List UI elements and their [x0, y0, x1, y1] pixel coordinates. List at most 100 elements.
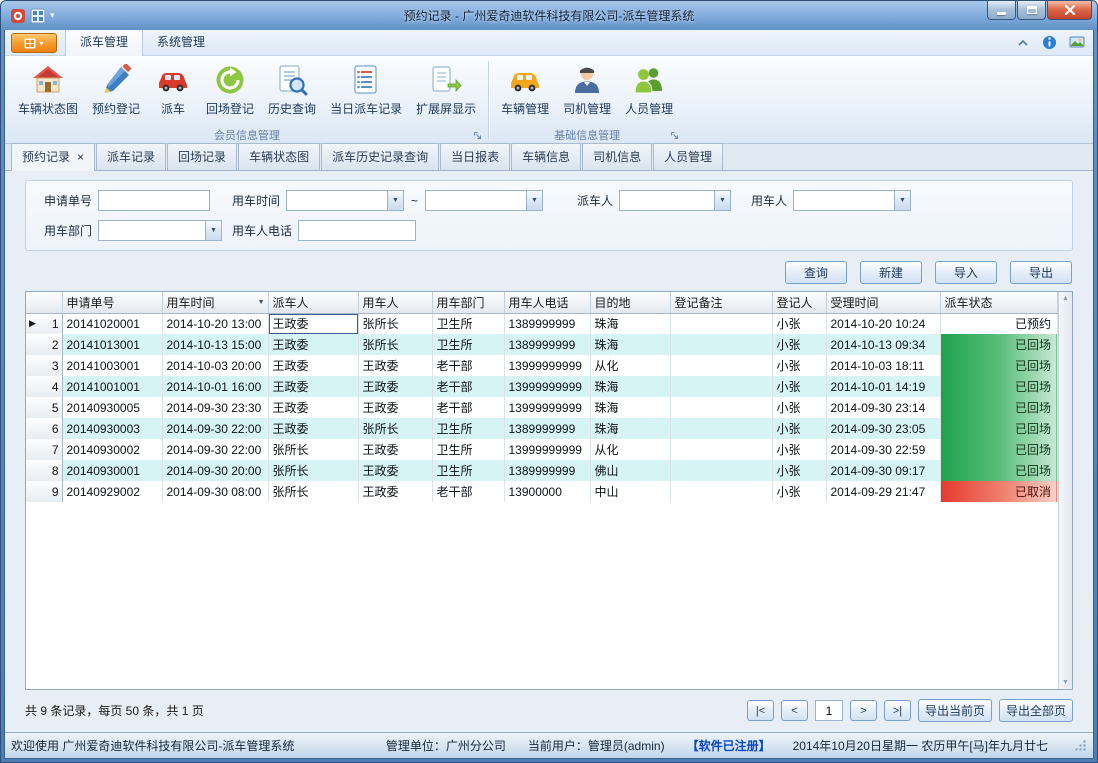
- order-no-input[interactable]: [98, 190, 210, 211]
- app-icon[interactable]: [10, 8, 26, 24]
- phone-input[interactable]: [298, 220, 416, 241]
- prev-page-button[interactable]: <: [781, 700, 808, 721]
- table-row[interactable]: 3201410030012014-10-03 20:00王政委王政委老干部139…: [26, 355, 1058, 376]
- first-page-button[interactable]: |<: [747, 700, 774, 721]
- use-time-from-input[interactable]: [286, 190, 387, 211]
- minimize-button[interactable]: [987, 1, 1016, 20]
- resize-grip-icon[interactable]: [1074, 739, 1087, 752]
- maximize-button[interactable]: [1017, 1, 1046, 20]
- titlebar[interactable]: ▾ 预约记录 - 广州爱奇迪软件科技有限公司-派车管理系统: [4, 1, 1094, 30]
- doc-tab-6[interactable]: 当日报表: [440, 143, 510, 170]
- doc-tab-1[interactable]: 预约记录×: [11, 143, 95, 171]
- chevron-down-icon[interactable]: ▼: [526, 190, 543, 211]
- table-row[interactable]: ▶1201410200012014-10-20 13:00王政委张所长卫生所13…: [26, 313, 1058, 334]
- collapse-ribbon-icon[interactable]: [1016, 37, 1030, 49]
- use-time-from-combo[interactable]: ▼: [286, 190, 404, 211]
- page-number-input[interactable]: [815, 700, 843, 721]
- last-page-button[interactable]: >|: [884, 700, 911, 721]
- info-icon[interactable]: [1042, 35, 1057, 50]
- dialog-launcher-icon[interactable]: [473, 131, 482, 140]
- scroll-down-icon[interactable]: ▼: [1062, 679, 1069, 686]
- doc-tab-8[interactable]: 司机信息: [582, 143, 652, 170]
- dispatch-button[interactable]: 派车: [147, 60, 199, 119]
- dept-input[interactable]: [98, 220, 205, 241]
- row-header[interactable]: 7: [26, 439, 62, 460]
- export-all-pages-button[interactable]: 导出全部页: [999, 699, 1073, 722]
- return-register-button[interactable]: 回场登记: [199, 60, 261, 119]
- table-row[interactable]: 9201409290022014-09-30 08:00张所长王政委老干部139…: [26, 481, 1058, 502]
- driver-management-button[interactable]: 司机管理: [556, 60, 618, 119]
- user-input[interactable]: [793, 190, 894, 211]
- ribbon-tab-2[interactable]: 系统管理: [143, 30, 219, 55]
- dept-combo[interactable]: ▼: [98, 220, 222, 241]
- column-header-phone[interactable]: 用车人电话: [504, 292, 590, 313]
- doc-tab-4[interactable]: 车辆状态图: [238, 143, 320, 170]
- quick-access-grid-icon[interactable]: [30, 8, 46, 24]
- close-button[interactable]: [1047, 1, 1092, 20]
- export-current-page-button[interactable]: 导出当前页: [918, 699, 992, 722]
- column-header-status[interactable]: 派车状态: [940, 292, 1058, 313]
- scroll-up-icon[interactable]: ▲: [1062, 295, 1069, 302]
- chevron-down-icon[interactable]: ▼: [894, 190, 911, 211]
- doc-tab-9[interactable]: 人员管理: [653, 143, 723, 170]
- row-header[interactable]: 6: [26, 418, 62, 439]
- table-row[interactable]: 8201409300012014-09-30 20:00张所长王政委卫生所138…: [26, 460, 1058, 481]
- chevron-down-icon[interactable]: ▼: [387, 190, 404, 211]
- row-header[interactable]: ▶1: [26, 313, 62, 334]
- app-menu-button[interactable]: ▾: [11, 33, 57, 53]
- next-page-button[interactable]: >: [850, 700, 877, 721]
- row-header[interactable]: 8: [26, 460, 62, 481]
- column-filter-icon[interactable]: ▼: [258, 299, 265, 306]
- import-button[interactable]: 导入: [935, 261, 997, 284]
- table-row[interactable]: 7201409300022014-09-30 22:00张所长王政委卫生所139…: [26, 439, 1058, 460]
- dialog-launcher-icon[interactable]: [670, 131, 679, 140]
- row-header[interactable]: 5: [26, 397, 62, 418]
- table-row[interactable]: 5201409300052014-09-30 23:30王政委王政委老干部139…: [26, 397, 1058, 418]
- today-dispatch-record-button[interactable]: 当日派车记录: [323, 60, 409, 119]
- column-header-remark[interactable]: 登记备注: [670, 292, 772, 313]
- dispatcher-combo[interactable]: ▼: [619, 190, 731, 211]
- vertical-scrollbar[interactable]: ▲ ▼: [1058, 292, 1072, 689]
- column-header-time[interactable]: 用车时间▼: [162, 292, 268, 313]
- close-tab-icon[interactable]: ×: [77, 151, 84, 163]
- query-button[interactable]: 查询: [785, 261, 847, 284]
- extend-screen-button[interactable]: 扩展屏显示: [409, 60, 483, 119]
- create-button[interactable]: 新建: [860, 261, 922, 284]
- use-time-to-combo[interactable]: ▼: [425, 190, 543, 211]
- chevron-down-icon[interactable]: ▼: [714, 190, 731, 211]
- personnel-management-button[interactable]: 人员管理: [618, 60, 680, 119]
- doc-tab-2[interactable]: 派车记录: [96, 143, 166, 170]
- doc-tab-7[interactable]: 车辆信息: [511, 143, 581, 170]
- row-header[interactable]: 4: [26, 376, 62, 397]
- table-row[interactable]: 6201409300032014-09-30 22:00王政委张所长卫生所138…: [26, 418, 1058, 439]
- quick-access-caret-icon[interactable]: ▾: [50, 10, 55, 21]
- chevron-down-icon[interactable]: ▼: [205, 220, 222, 241]
- column-header-dispatcher[interactable]: 派车人: [268, 292, 358, 313]
- vehicle-management-button[interactable]: 车辆管理: [494, 60, 556, 119]
- column-header-registrar[interactable]: 登记人: [772, 292, 826, 313]
- license-status-link[interactable]: 【软件已注册】: [687, 737, 771, 754]
- export-button[interactable]: 导出: [1010, 261, 1072, 284]
- ribbon-tab-1[interactable]: 派车管理: [65, 30, 143, 56]
- vehicle-status-chart-button[interactable]: 车辆状态图: [11, 60, 85, 119]
- row-header[interactable]: 9: [26, 481, 62, 502]
- row-header[interactable]: 3: [26, 355, 62, 376]
- column-header-dept[interactable]: 用车部门: [432, 292, 504, 313]
- theme-icon[interactable]: [1069, 36, 1085, 49]
- row-header-column[interactable]: [26, 292, 62, 313]
- table-row[interactable]: 2201410130012014-10-13 15:00王政委张所长卫生所138…: [26, 334, 1058, 355]
- column-header-dest[interactable]: 目的地: [590, 292, 670, 313]
- use-time-to-input[interactable]: [425, 190, 526, 211]
- column-header-accepted[interactable]: 受理时间: [826, 292, 940, 313]
- row-header[interactable]: 2: [26, 334, 62, 355]
- column-header-user[interactable]: 用车人: [358, 292, 432, 313]
- reservation-register-button[interactable]: 预约登记: [85, 60, 147, 119]
- doc-tab-5[interactable]: 派车历史记录查询: [321, 143, 439, 170]
- cell-dest: 珠海: [590, 376, 670, 397]
- doc-tab-3[interactable]: 回场记录: [167, 143, 237, 170]
- history-query-button[interactable]: 历史查询: [261, 60, 323, 119]
- dispatcher-input[interactable]: [619, 190, 714, 211]
- column-header-order[interactable]: 申请单号: [62, 292, 162, 313]
- user-combo[interactable]: ▼: [793, 190, 911, 211]
- table-row[interactable]: 4201410010012014-10-01 16:00王政委王政委老干部139…: [26, 376, 1058, 397]
